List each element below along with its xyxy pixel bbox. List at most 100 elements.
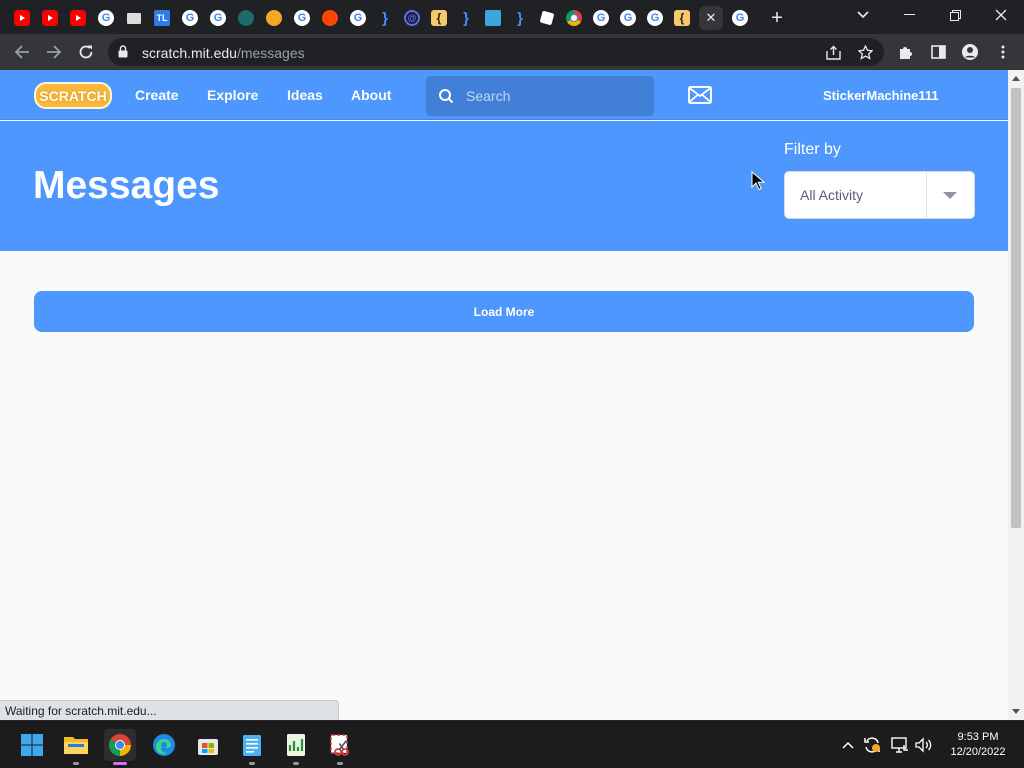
- reload-icon: [79, 45, 93, 59]
- load-more-button[interactable]: Load More: [34, 291, 974, 332]
- taskbar-spreadsheet[interactable]: [280, 729, 312, 765]
- search-input[interactable]: Search: [426, 76, 654, 116]
- page-scrollbar[interactable]: [1008, 70, 1024, 720]
- scratch-logo[interactable]: SCRATCH: [34, 82, 112, 109]
- clock-date: 12/20/2022: [950, 746, 1006, 758]
- scrollbar-thumb[interactable]: [1011, 88, 1021, 528]
- browser-tab[interactable]: [10, 6, 34, 30]
- volume-button[interactable]: [914, 735, 934, 755]
- scratch-navbar: SCRATCH Create Explore Ideas About Searc…: [0, 70, 1008, 120]
- browser-tab[interactable]: G: [589, 6, 613, 30]
- scroll-up-icon[interactable]: [1012, 76, 1020, 81]
- google-icon: G: [647, 10, 663, 26]
- messages-banner: Messages Filter by All Activity: [0, 121, 1008, 251]
- restore-button[interactable]: [932, 0, 978, 30]
- nav-about[interactable]: About: [351, 87, 391, 103]
- browser-tab[interactable]: }: [508, 6, 532, 30]
- new-tab-button[interactable]: +: [764, 5, 790, 31]
- screen-icon: [485, 10, 501, 26]
- taskbar-store[interactable]: [192, 729, 224, 761]
- minimize-button[interactable]: [886, 0, 932, 30]
- network-button[interactable]: [890, 735, 910, 755]
- bookmark-button[interactable]: [856, 43, 874, 61]
- browser-tab[interactable]: [38, 6, 62, 30]
- profile-button[interactable]: [960, 42, 980, 62]
- filter-selected-value: All Activity: [800, 187, 864, 203]
- lock-icon[interactable]: [118, 45, 128, 58]
- browser-tab[interactable]: }: [373, 6, 397, 30]
- brace-icon: }: [382, 9, 388, 27]
- messages-mail-icon[interactable]: [688, 85, 712, 105]
- browser-toolbar: scratch.mit.edu/messages: [0, 34, 1024, 70]
- snipping-icon: [330, 734, 349, 756]
- side-panel-button[interactable]: [928, 42, 948, 62]
- show-hidden-icons-button[interactable]: [838, 735, 858, 755]
- nav-explore[interactable]: Explore: [207, 87, 258, 103]
- extensions-button[interactable]: [896, 42, 916, 62]
- browser-tab[interactable]: }: [454, 6, 478, 30]
- windows-start-button[interactable]: [16, 729, 48, 761]
- nav-ideas[interactable]: Ideas: [287, 87, 323, 103]
- youtube-icon: [70, 10, 86, 26]
- browser-tab[interactable]: G: [728, 6, 752, 30]
- taskbar-chrome[interactable]: [104, 729, 136, 765]
- back-button[interactable]: [8, 38, 36, 66]
- browser-tab[interactable]: [122, 6, 146, 30]
- tl-icon: TL: [154, 10, 170, 26]
- browser-tab[interactable]: G: [346, 6, 370, 30]
- at-sign-icon: @: [404, 10, 420, 26]
- browser-tab[interactable]: {: [670, 6, 694, 30]
- google-icon: G: [350, 10, 366, 26]
- search-placeholder: Search: [466, 88, 511, 104]
- taskbar-notepad[interactable]: [236, 729, 268, 765]
- share-button[interactable]: [824, 43, 842, 61]
- filter-label: Filter by: [784, 141, 841, 158]
- clock-time: 9:53 PM: [957, 731, 999, 743]
- reddit-icon: [322, 10, 338, 26]
- arrow-right-icon: [47, 45, 62, 59]
- nav-create[interactable]: Create: [135, 87, 179, 103]
- browser-tab[interactable]: ✕: [699, 6, 723, 30]
- tab-search-button[interactable]: [840, 0, 886, 30]
- browser-tab[interactable]: G: [290, 6, 314, 30]
- windows-taskbar: 9:53 PM 12/20/2022: [0, 720, 1024, 768]
- browser-menu-button[interactable]: [993, 42, 1013, 62]
- browser-tab[interactable]: [562, 6, 586, 30]
- browser-tab[interactable]: [535, 6, 559, 30]
- taskbar-snipping-tool[interactable]: [324, 729, 356, 765]
- browser-tab[interactable]: G: [94, 6, 118, 30]
- google-icon: G: [732, 10, 748, 26]
- browser-tab[interactable]: [262, 6, 286, 30]
- taskbar-edge[interactable]: [148, 729, 180, 761]
- browser-tab[interactable]: [66, 6, 90, 30]
- browser-tab[interactable]: G: [616, 6, 640, 30]
- running-indicator: [113, 762, 127, 765]
- caret-down-icon: [943, 192, 957, 199]
- close-icon[interactable]: ✕: [706, 10, 717, 26]
- browser-tab[interactable]: [318, 6, 342, 30]
- browser-tab[interactable]: TL: [150, 6, 174, 30]
- share-icon: [825, 45, 841, 60]
- browser-tab[interactable]: [481, 6, 505, 30]
- address-bar[interactable]: scratch.mit.edu/messages: [108, 38, 884, 66]
- sync-status-button[interactable]: [862, 735, 882, 755]
- filter-dropdown[interactable]: All Activity: [784, 171, 975, 219]
- browser-tab[interactable]: G: [178, 6, 202, 30]
- scroll-down-icon[interactable]: [1012, 709, 1020, 714]
- window-close-button[interactable]: [978, 0, 1024, 30]
- forward-button[interactable]: [40, 38, 68, 66]
- taskbar-file-explorer[interactable]: [60, 729, 92, 765]
- sync-icon: [864, 737, 880, 753]
- browser-tab[interactable]: G: [643, 6, 667, 30]
- browser-tab[interactable]: [234, 6, 258, 30]
- browser-tab[interactable]: {: [427, 6, 451, 30]
- browser-tab[interactable]: G: [206, 6, 230, 30]
- filter-divider: [926, 172, 927, 218]
- browser-tab[interactable]: @: [400, 6, 424, 30]
- google-icon: G: [182, 10, 198, 26]
- arrow-left-icon: [14, 45, 29, 59]
- account-username[interactable]: StickerMachine111: [823, 88, 939, 103]
- puzzle-icon: [900, 47, 912, 59]
- taskbar-clock[interactable]: 9:53 PM 12/20/2022: [940, 730, 1016, 760]
- reload-button[interactable]: [72, 38, 100, 66]
